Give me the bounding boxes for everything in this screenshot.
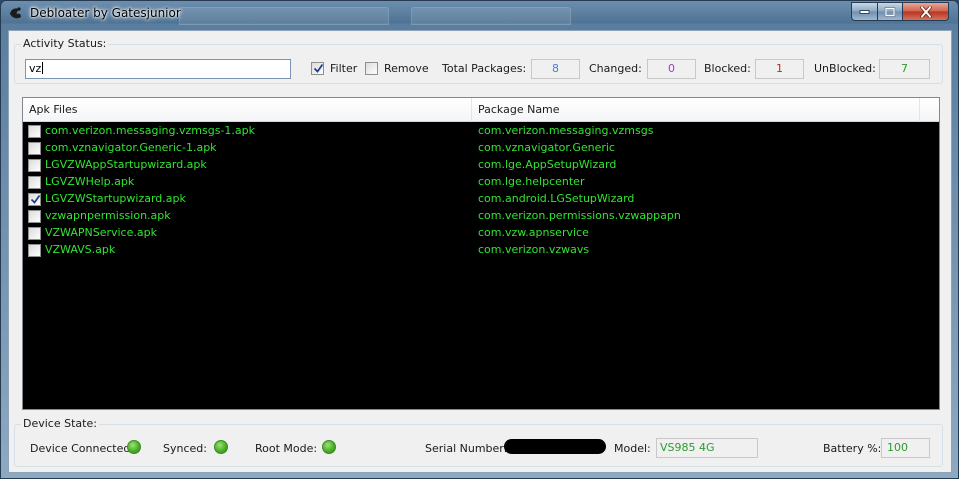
list-item[interactable]: LGVZWStartupwizard.apk com.android.LGSet…: [23, 191, 939, 208]
model-label: Model:: [614, 442, 651, 455]
model-value: VS985 4G: [656, 438, 758, 458]
total-packages-label: Total Packages:: [442, 62, 527, 75]
apk-file-cell: LGVZWHelp.apk: [45, 175, 135, 188]
minimize-button[interactable]: [851, 2, 878, 21]
package-name-cell: com.verizon.messaging.vzmsgs: [478, 124, 654, 137]
row-checkbox[interactable]: [28, 244, 41, 257]
package-name-cell: com.verizon.vzwavs: [478, 243, 590, 256]
row-checkbox[interactable]: [28, 176, 41, 189]
apk-file-cell: VZWAPNService.apk: [45, 226, 157, 239]
blocked-label: Blocked:: [704, 62, 751, 75]
apk-file-cell: VZWAVS.apk: [45, 243, 116, 256]
package-name-cell: com.lge.AppSetupWizard: [478, 158, 617, 171]
package-name-cell: com.lge.helpcenter: [478, 175, 585, 188]
package-list[interactable]: Apk Files Package Name com.verizon.messa…: [22, 97, 940, 410]
row-checkbox[interactable]: [28, 125, 41, 138]
row-checkbox[interactable]: [28, 193, 41, 206]
apk-file-cell: LGVZWAppStartupwizard.apk: [45, 158, 207, 171]
list-item[interactable]: com.vznavigator.Generic-1.apk com.vznavi…: [23, 140, 939, 157]
list-item[interactable]: VZWAPNService.apk com.vzw.apnservice: [23, 225, 939, 242]
activity-status-label: Activity Status:: [21, 37, 109, 50]
list-item[interactable]: LGVZWAppStartupwizard.apk com.lge.AppSet…: [23, 157, 939, 174]
remove-label: Remove: [384, 62, 429, 75]
root-mode-indicator: [322, 440, 336, 454]
text-caret: [42, 62, 44, 74]
background-tab: [411, 7, 571, 25]
apk-file-cell: vzwapnpermission.apk: [45, 209, 171, 222]
filter-input-value: vz: [29, 62, 42, 75]
list-header: Apk Files Package Name: [23, 98, 939, 122]
client-area: Activity Status: vz Filter Remove Total …: [8, 30, 952, 473]
maximize-button[interactable]: [877, 2, 903, 21]
row-checkbox[interactable]: [28, 159, 41, 172]
close-icon: [919, 6, 932, 17]
minimize-icon: [859, 9, 869, 14]
background-tab: [179, 7, 389, 25]
synced-indicator: [214, 440, 228, 454]
package-name-cell: com.verizon.permissions.vzwappapn: [478, 209, 681, 222]
row-checkbox[interactable]: [28, 142, 41, 155]
column-header-apk-files[interactable]: Apk Files: [23, 98, 472, 122]
device-connected-label: Device Connected:: [30, 442, 135, 455]
list-item[interactable]: VZWAVS.apk com.verizon.vzwavs: [23, 242, 939, 259]
title-bar[interactable]: Debloater by Gatesjunior: [1, 1, 958, 25]
serial-number-redacted: [504, 439, 606, 454]
remove-checkbox[interactable]: [365, 62, 378, 75]
package-name-cell: com.vznavigator.Generic: [478, 141, 615, 154]
window-title: Debloater by Gatesjunior: [30, 6, 181, 20]
battery-value: 100: [881, 438, 930, 458]
app-window: Debloater by Gatesjunior Activity Status…: [0, 0, 959, 479]
row-checkbox[interactable]: [28, 227, 41, 240]
list-item[interactable]: vzwapnpermission.apk com.verizon.permiss…: [23, 208, 939, 225]
total-packages-value: 8: [531, 59, 580, 79]
column-header-filler: [919, 98, 920, 122]
device-connected-indicator: [127, 440, 141, 454]
package-name-cell: com.android.LGSetupWizard: [478, 192, 635, 205]
check-icon: [30, 194, 41, 204]
filter-input[interactable]: vz: [25, 59, 291, 79]
root-mode-label: Root Mode:: [255, 442, 318, 455]
apk-file-cell: LGVZWStartupwizard.apk: [45, 192, 186, 205]
serial-number-label: Serial Number:: [425, 442, 508, 455]
changed-value: 0: [647, 59, 696, 79]
apk-file-cell: com.verizon.messaging.vzmsgs-1.apk: [45, 124, 255, 137]
close-button[interactable]: [902, 2, 949, 21]
maximize-icon: [884, 6, 896, 17]
filter-checkbox[interactable]: [311, 62, 324, 75]
list-item[interactable]: com.verizon.messaging.vzmsgs-1.apk com.v…: [23, 123, 939, 140]
battery-label: Battery %:: [823, 442, 882, 455]
package-name-cell: com.vzw.apnservice: [478, 226, 589, 239]
synced-label: Synced:: [163, 442, 207, 455]
device-state-label: Device State:: [21, 417, 99, 430]
unblocked-value: 7: [879, 59, 930, 79]
check-icon: [313, 63, 324, 73]
filter-label: Filter: [330, 62, 358, 75]
row-checkbox[interactable]: [28, 210, 41, 223]
apk-file-cell: com.vznavigator.Generic-1.apk: [45, 141, 217, 154]
changed-label: Changed:: [589, 62, 642, 75]
debloater-app-icon: [10, 7, 21, 19]
column-header-package-name[interactable]: Package Name: [472, 98, 939, 122]
blocked-value: 1: [755, 59, 804, 79]
list-item[interactable]: LGVZWHelp.apk com.lge.helpcenter: [23, 174, 939, 191]
unblocked-label: UnBlocked:: [814, 62, 876, 75]
